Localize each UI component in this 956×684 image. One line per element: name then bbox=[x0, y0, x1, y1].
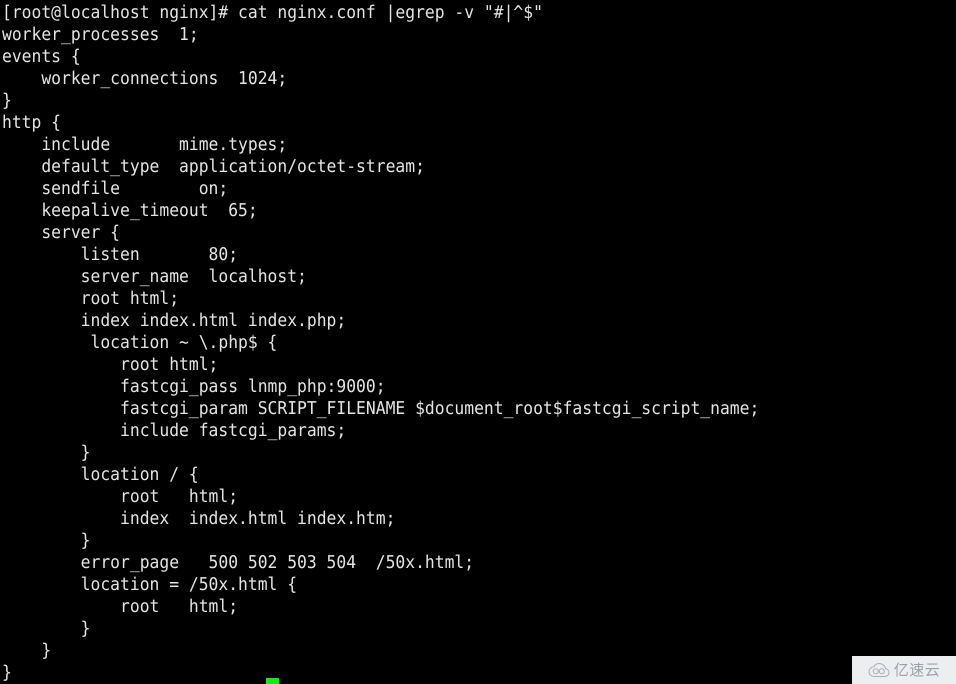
terminal-line: location = /50x.html { bbox=[2, 575, 298, 595]
terminal-line: worker_connections 1024; bbox=[2, 69, 288, 89]
terminal-line: root html; bbox=[2, 355, 219, 375]
terminal-line: } bbox=[2, 531, 91, 551]
terminal-line: } bbox=[2, 619, 91, 639]
terminal-line: } bbox=[2, 641, 52, 661]
terminal-line: events { bbox=[2, 47, 81, 67]
terminal-line: index index.html index.php; bbox=[2, 311, 347, 331]
terminal-line: index index.html index.htm; bbox=[2, 509, 396, 529]
terminal-line: worker_processes 1; bbox=[2, 25, 199, 45]
terminal-line: } bbox=[2, 663, 12, 683]
terminal-line: http { bbox=[2, 113, 62, 133]
terminal-line: error_page 500 502 503 504 /50x.html; bbox=[2, 553, 475, 573]
terminal-line: } bbox=[2, 91, 12, 111]
terminal-line: server_name localhost; bbox=[2, 267, 307, 287]
terminal-line: root html; bbox=[2, 597, 239, 617]
terminal-line: location ~ \.php$ { bbox=[2, 333, 278, 353]
terminal-line: [root@localhost nginx]# cat nginx.conf |… bbox=[2, 3, 543, 23]
terminal-cursor bbox=[266, 678, 279, 684]
terminal-line: fastcgi_param SCRIPT_FILENAME $document_… bbox=[2, 399, 760, 419]
terminal-window[interactable]: [root@localhost nginx]# cat nginx.conf |… bbox=[0, 0, 956, 684]
terminal-line: keepalive_timeout 65; bbox=[2, 201, 258, 221]
terminal-line: listen 80; bbox=[2, 245, 239, 265]
terminal-line: default_type application/octet-stream; bbox=[2, 157, 425, 177]
terminal-line: root html; bbox=[2, 289, 180, 309]
watermark-text: 亿速云 bbox=[893, 660, 941, 679]
cloud-icon bbox=[868, 662, 890, 678]
watermark: 亿速云 bbox=[852, 656, 956, 684]
terminal-output: [root@localhost nginx]# cat nginx.conf |… bbox=[2, 2, 956, 684]
terminal-line: include fastcgi_params; bbox=[2, 421, 347, 441]
terminal-line: } bbox=[2, 443, 91, 463]
terminal-line: fastcgi_pass lnmp_php:9000; bbox=[2, 377, 386, 397]
terminal-line: location / { bbox=[2, 465, 199, 485]
terminal-line: root html; bbox=[2, 487, 239, 507]
terminal-line: server { bbox=[2, 223, 121, 243]
terminal-line: sendfile on; bbox=[2, 179, 229, 199]
terminal-line: include mime.types; bbox=[2, 135, 288, 155]
